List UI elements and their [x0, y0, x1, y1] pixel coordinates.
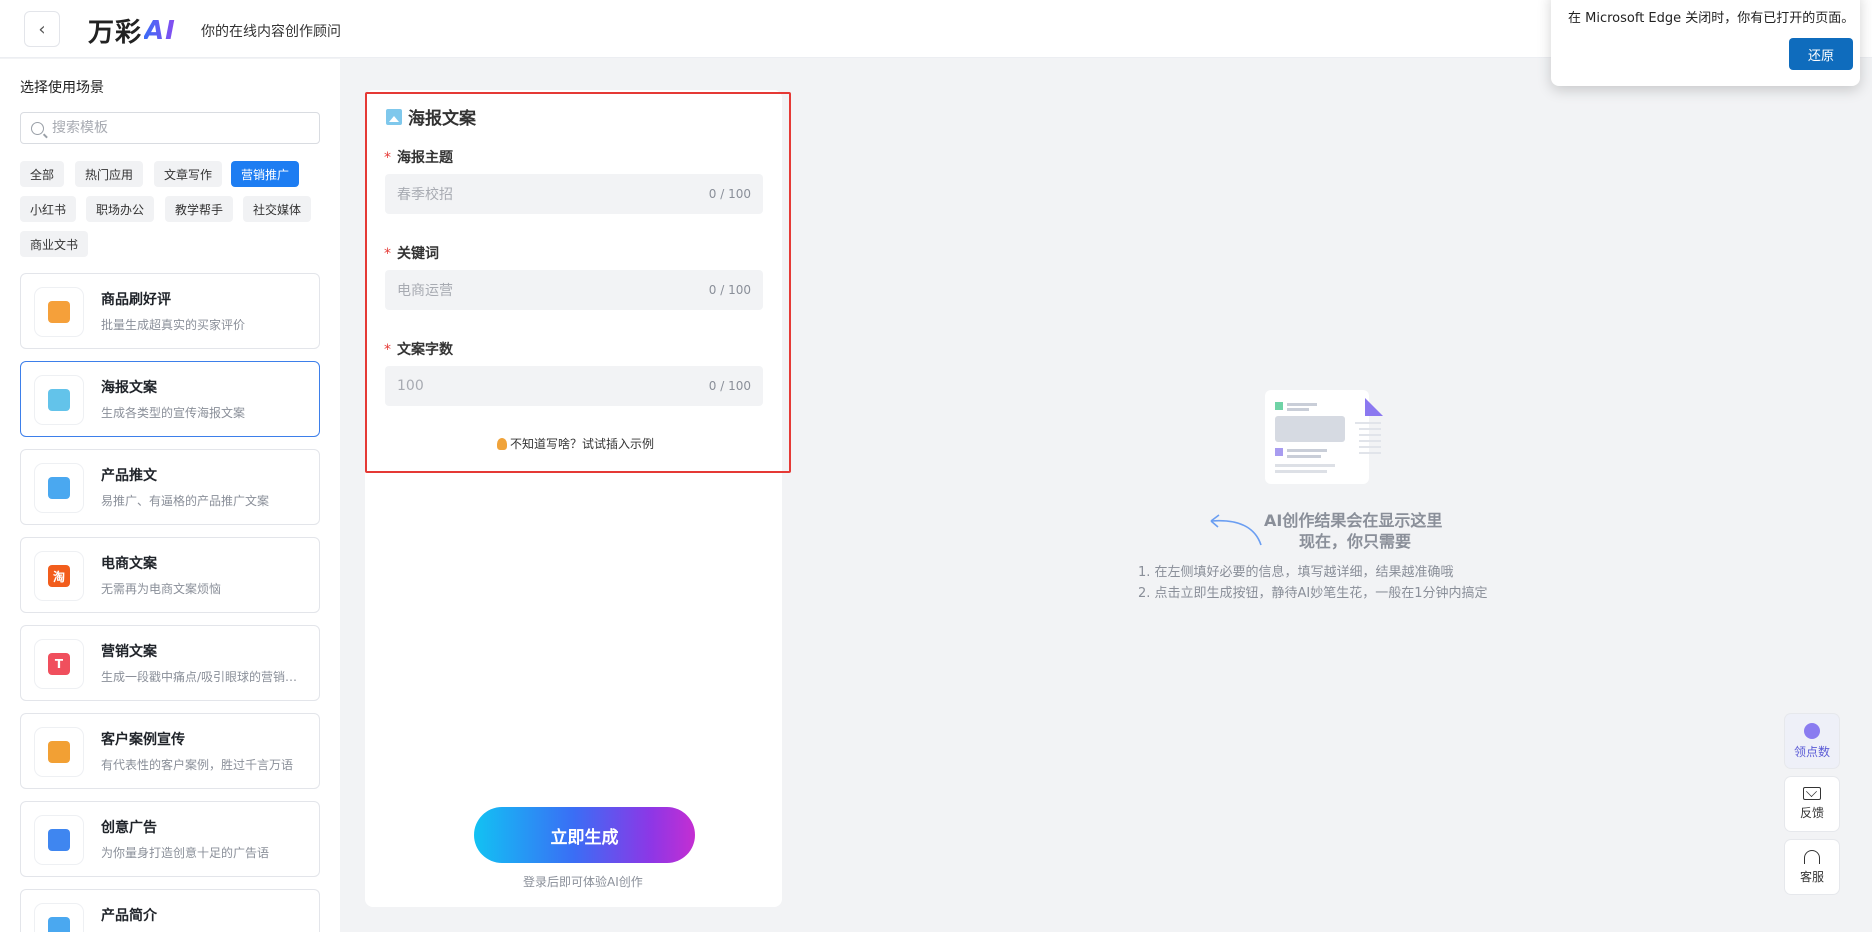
keywords-label: * 关键词 — [384, 243, 439, 263]
form-title-text: 海报文案 — [408, 109, 476, 129]
card-desc: 生成一段戳中痛点/吸引眼球的营销文案 — [101, 670, 306, 684]
feedback-label: 反馈 — [1799, 806, 1824, 820]
word-count-input[interactable]: 100 0 / 100 — [385, 366, 763, 406]
poster-image-icon — [48, 389, 70, 411]
card-title: 电商文案 — [101, 556, 157, 572]
tag-hot-apps[interactable]: 热门应用 — [75, 161, 144, 187]
card-title: 客户案例宣传 — [101, 732, 185, 748]
card-title: 营销文案 — [101, 644, 157, 660]
generate-button[interactable]: 立即生成 — [474, 807, 695, 863]
tag-xiaohongshu[interactable]: 小红书 — [20, 196, 77, 222]
tag-business-docs[interactable]: 商业文书 — [20, 231, 89, 257]
template-card-ecommerce-copy[interactable]: 淘 电商文案 无需再为电商文案烦恼 — [20, 537, 320, 613]
template-card-product-review[interactable]: 商品刷好评 批量生成超真实的买家评价 — [20, 273, 320, 349]
template-card-customer-case[interactable]: 客户案例宣传 有代表性的客户案例，胜过千言万语 — [20, 713, 320, 789]
template-card-product-intro[interactable]: 产品简介 — [20, 889, 320, 932]
poster-theme-input[interactable]: 春季校招 0 / 100 — [385, 174, 763, 214]
poster-theme-label: * 海报主题 — [384, 147, 453, 167]
card-desc: 生成各类型的宣传海报文案 — [101, 406, 246, 420]
customer-service-label: 客服 — [1799, 869, 1824, 884]
card-title: 商品刷好评 — [101, 292, 171, 308]
template-card-product-post[interactable]: 产品推文 易推广、有逼格的产品推广文案 — [20, 449, 320, 525]
tag-all[interactable]: 全部 — [20, 161, 65, 187]
template-search[interactable] — [20, 112, 320, 144]
edge-restore-notification: 在 Microsoft Edge 关闭时，你有已打开的页面。 还原 — [1551, 0, 1860, 86]
tag-article-writing[interactable]: 文章写作 — [154, 161, 223, 187]
card-desc: 易推广、有逼格的产品推广文案 — [101, 494, 270, 508]
headset-icon — [1804, 849, 1820, 864]
calendar-icon — [48, 477, 70, 499]
text-t-icon: T — [48, 653, 70, 675]
chevron-left-icon: ‹ — [38, 18, 46, 40]
keywords-placeholder: 电商运营 — [397, 283, 453, 299]
usage-steps: 1. 在左侧填好必要的信息，填写越详细，结果越准确哦 2. 点击立即生成按钮，静… — [1138, 562, 1488, 604]
tag-teaching[interactable]: 教学帮手 — [165, 196, 234, 222]
template-card-marketing-copy[interactable]: T 营销文案 生成一段戳中痛点/吸引眼球的营销文案 — [20, 625, 320, 701]
curved-arrow-icon — [1210, 514, 1262, 546]
claim-points-button[interactable]: 领点数 — [1785, 714, 1839, 768]
lightbulb-icon — [497, 437, 507, 450]
trophy-icon — [48, 741, 70, 763]
keywords-input[interactable]: 电商运营 0 / 100 — [385, 270, 763, 310]
card-title: 产品推文 — [101, 468, 157, 484]
word-count-placeholder: 100 — [397, 378, 424, 394]
logo-text: 万彩 — [88, 18, 143, 48]
tag-office[interactable]: 职场办公 — [86, 196, 155, 222]
medal-icon — [1804, 722, 1820, 739]
tag-marketing[interactable]: 营销推广 — [231, 161, 300, 187]
card-title: 产品简介 — [101, 908, 157, 924]
claim-points-label: 领点数 — [1793, 744, 1830, 759]
template-card-poster-copy[interactable]: 海报文案 生成各类型的宣传海报文案 — [20, 361, 320, 437]
form-title: 海报文案 — [386, 104, 476, 129]
template-card-creative-ad[interactable]: 创意广告 为你量身打造创意十足的广告语 — [20, 801, 320, 877]
login-note: 登录后即可体验AI创作 — [523, 875, 643, 889]
edge-restore-button[interactable]: 还原 — [1789, 38, 1853, 70]
mail-icon — [1803, 787, 1821, 800]
required-mark: * — [384, 150, 391, 166]
keywords-count: 0 / 100 — [708, 283, 751, 297]
sidebar-title: 选择使用场景 — [20, 80, 104, 96]
card-title: 海报文案 — [101, 380, 157, 396]
image-icon — [386, 108, 402, 125]
keywords-label-text: 关键词 — [397, 246, 439, 262]
price-tag-icon — [48, 829, 70, 851]
poster-theme-label-text: 海报主题 — [397, 150, 453, 166]
required-mark: * — [384, 342, 391, 358]
tag-social-media[interactable]: 社交媒体 — [243, 196, 312, 222]
poster-theme-placeholder: 春季校招 — [397, 187, 453, 203]
poster-theme-count: 0 / 100 — [708, 187, 751, 201]
scenario-sidebar: 选择使用场景 全部 热门应用 文章写作 营销推广 小红书 职场办公 教学帮手 社… — [0, 59, 340, 932]
customer-service-button[interactable]: 客服 — [1785, 840, 1839, 894]
empty-result-illustration — [1265, 390, 1383, 484]
app-tagline: 你的在线内容创作顾问 — [201, 24, 341, 40]
app-logo[interactable]: 万彩 AI — [88, 12, 176, 49]
logo-ai: AI — [144, 15, 176, 46]
taobao-icon: 淘 — [48, 565, 70, 587]
word-count-label-text: 文案字数 — [397, 342, 453, 358]
word-count-count: 0 / 100 — [708, 379, 751, 393]
insert-example-text: 不知道写啥？试试插入示例 — [510, 437, 655, 451]
search-icon — [31, 121, 44, 135]
card-desc: 为你量身打造创意十足的广告语 — [101, 846, 270, 860]
feedback-button[interactable]: 反馈 — [1785, 777, 1839, 831]
shopping-bag-icon — [48, 301, 70, 323]
result-placeholder-line2: 现在，你只需要 — [1299, 532, 1412, 551]
edge-restore-message: 在 Microsoft Edge 关闭时，你有已打开的页面。 — [1568, 11, 1855, 26]
template-search-input[interactable] — [52, 120, 292, 136]
word-count-label: * 文案字数 — [384, 339, 453, 359]
insert-example-link[interactable]: 不知道写啥？试试插入示例 — [497, 435, 654, 452]
back-button[interactable]: ‹ — [24, 11, 60, 47]
usage-step-2: 2. 点击立即生成按钮，静待AI妙笔生花，一般在1分钟内搞定 — [1138, 586, 1488, 601]
card-desc: 有代表性的客户案例，胜过千言万语 — [101, 758, 294, 772]
usage-step-1: 1. 在左侧填好必要的信息，填写越详细，结果越准确哦 — [1138, 565, 1454, 580]
required-mark: * — [384, 246, 391, 262]
document-icon — [48, 917, 70, 932]
card-desc: 批量生成超真实的买家评价 — [101, 318, 246, 332]
card-desc: 无需再为电商文案烦恼 — [101, 582, 222, 596]
card-title: 创意广告 — [101, 820, 157, 836]
